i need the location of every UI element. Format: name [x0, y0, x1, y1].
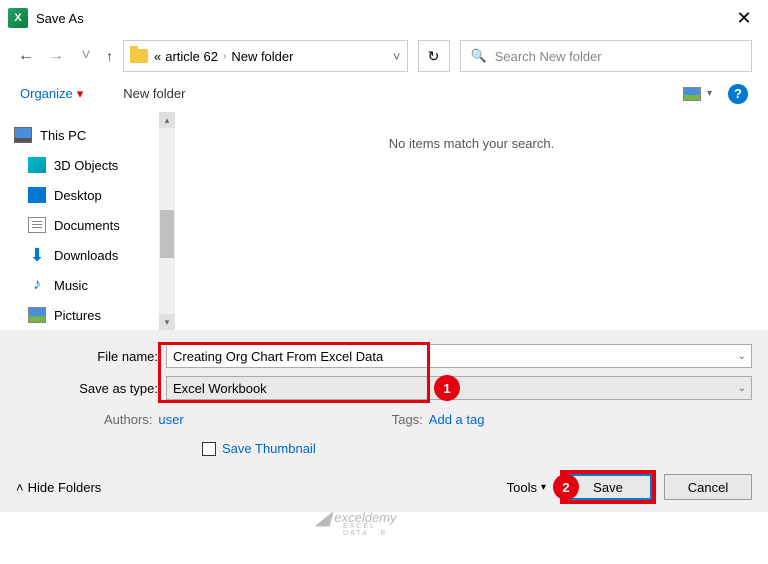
window-title: Save As: [36, 11, 84, 26]
pictures-icon: [28, 307, 46, 323]
scroll-thumb[interactable]: [160, 210, 174, 258]
tools-button[interactable]: Tools ▾: [507, 480, 546, 495]
chevron-right-icon: ›: [223, 51, 226, 62]
tree-item[interactable]: 3D Objects: [14, 150, 175, 180]
tree-item[interactable]: Desktop: [14, 180, 175, 210]
tree-label: Desktop: [54, 188, 102, 203]
chevron-down-icon[interactable]: ˅: [393, 49, 401, 64]
tree-item[interactable]: Documents: [14, 210, 175, 240]
filename-input[interactable]: Creating Org Chart From Excel Data ⌄: [166, 344, 752, 368]
3d-objects-icon: [28, 157, 46, 173]
save-thumbnail-checkbox[interactable]: [202, 442, 216, 456]
folder-icon: [130, 49, 148, 63]
tree-label: Music: [54, 278, 88, 293]
recent-dropdown-icon[interactable]: ˅: [76, 47, 96, 65]
tree-label: Downloads: [54, 248, 118, 263]
filename-label: File name:: [16, 349, 166, 364]
breadcrumb-part[interactable]: article 62: [165, 49, 218, 64]
organize-button[interactable]: Organize ▾: [20, 86, 83, 102]
excel-icon: [8, 8, 28, 28]
type-label: Save as type:: [16, 381, 166, 396]
authors-label: Authors:: [104, 412, 152, 427]
save-thumbnail-label: Save Thumbnail: [222, 441, 316, 456]
tags-label: Tags:: [392, 412, 423, 427]
chevron-up-icon: ˄: [16, 480, 24, 495]
back-icon[interactable]: ←: [16, 47, 36, 65]
tree-item-this-pc[interactable]: This PC: [14, 120, 175, 150]
help-icon[interactable]: ?: [728, 84, 748, 104]
view-icon[interactable]: [683, 87, 701, 101]
refresh-button[interactable]: ↻: [418, 40, 450, 72]
pc-icon: [14, 127, 32, 143]
search-input[interactable]: 🔍 Search New folder: [460, 40, 753, 72]
cancel-button[interactable]: Cancel: [664, 474, 752, 500]
save-label: Save: [593, 480, 623, 495]
authors-value[interactable]: user: [158, 412, 183, 427]
breadcrumb[interactable]: « article 62 › New folder ˅: [123, 40, 408, 72]
breadcrumb-part[interactable]: New folder: [231, 49, 293, 64]
new-folder-button[interactable]: New folder: [123, 86, 185, 101]
tree-label: 3D Objects: [54, 158, 118, 173]
tree-label: Pictures: [54, 308, 101, 323]
up-icon[interactable]: ↑: [106, 48, 113, 64]
hide-folders-label: Hide Folders: [28, 480, 102, 495]
organize-label: Organize: [20, 86, 73, 101]
downloads-icon: ⬇: [28, 247, 46, 263]
tree-item[interactable]: Pictures: [14, 300, 175, 330]
music-icon: ♪: [28, 277, 46, 293]
annotation-badge-2: 2: [553, 474, 579, 500]
folder-tree: This PC 3D Objects Desktop Documents ⬇ D…: [0, 112, 175, 330]
chevron-down-icon[interactable]: ▾: [707, 88, 712, 99]
tree-item[interactable]: ♪ Music: [14, 270, 175, 300]
scrollbar[interactable]: ▴ ▾: [159, 112, 175, 330]
scroll-down-icon[interactable]: ▾: [159, 314, 175, 330]
cancel-label: Cancel: [688, 480, 728, 495]
search-icon: 🔍: [471, 48, 487, 64]
scroll-up-icon[interactable]: ▴: [159, 112, 175, 128]
tree-item[interactable]: ⬇ Downloads: [14, 240, 175, 270]
breadcrumb-prefix: «: [154, 49, 161, 64]
file-list: No items match your search.: [175, 112, 768, 330]
chevron-down-icon: ▾: [77, 86, 84, 102]
tree-label: This PC: [40, 128, 86, 143]
filetype-value: Excel Workbook: [173, 381, 267, 396]
chevron-down-icon[interactable]: ⌄: [738, 383, 746, 394]
filename-value: Creating Org Chart From Excel Data: [173, 349, 383, 364]
search-placeholder: Search New folder: [495, 49, 602, 64]
chevron-down-icon: ▾: [541, 482, 546, 493]
empty-message: No items match your search.: [389, 136, 554, 151]
close-icon[interactable]: ✕: [728, 2, 760, 34]
desktop-icon: [28, 187, 46, 203]
tags-value[interactable]: Add a tag: [429, 412, 485, 427]
tree-label: Documents: [54, 218, 120, 233]
tools-label: Tools: [507, 480, 537, 495]
forward-icon: →: [46, 47, 66, 65]
chevron-down-icon[interactable]: ⌄: [738, 351, 746, 362]
annotation-badge-1: 1: [434, 375, 460, 401]
documents-icon: [28, 217, 46, 233]
hide-folders-button[interactable]: ˄ Hide Folders: [16, 480, 101, 495]
